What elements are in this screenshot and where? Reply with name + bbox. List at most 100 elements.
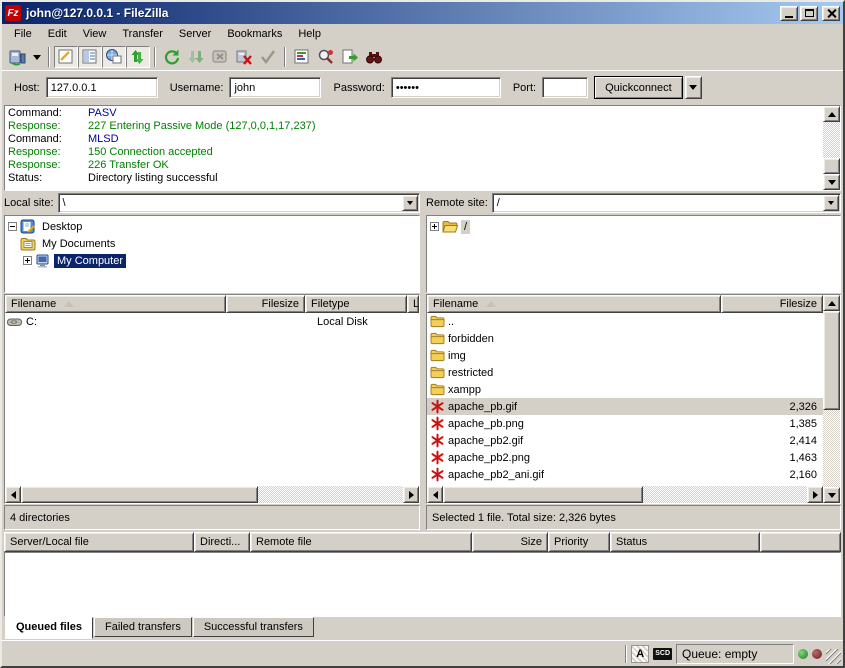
- remote-site-row: Remote site: /: [424, 192, 843, 214]
- directory-listing-filters-button[interactable]: [338, 46, 362, 68]
- menu-view[interactable]: View: [75, 26, 115, 42]
- scrollbar-track[interactable]: [823, 122, 840, 174]
- menu-transfer[interactable]: Transfer: [114, 26, 171, 42]
- scroll-right-button[interactable]: [807, 486, 823, 503]
- scroll-left-button[interactable]: [427, 486, 443, 503]
- menu-server[interactable]: Server: [171, 26, 219, 42]
- remote-file-row-selected[interactable]: apache_pb.gif2,326: [427, 398, 823, 415]
- expander-minus[interactable]: [8, 222, 17, 231]
- local-horizontal-scrollbar[interactable]: [5, 486, 419, 503]
- toggle-remote-tree-button[interactable]: [102, 46, 126, 68]
- scrollbar-track[interactable]: [21, 486, 403, 503]
- remote-file-row[interactable]: apache_pb2.gif2,414: [427, 432, 823, 449]
- column-header-filename[interactable]: Filename: [5, 295, 226, 313]
- scroll-up-button[interactable]: [823, 295, 840, 311]
- column-header-server-local-file[interactable]: Server/Local file: [4, 532, 194, 552]
- port-input[interactable]: [542, 77, 588, 98]
- scrollbar-thumb[interactable]: [823, 158, 840, 174]
- username-input[interactable]: [229, 77, 321, 98]
- queue-list[interactable]: [4, 552, 841, 617]
- close-button[interactable]: [822, 6, 840, 21]
- remote-file-row[interactable]: apache_pb.png1,385: [427, 415, 823, 432]
- reconnect-button[interactable]: [256, 46, 280, 68]
- refresh-button[interactable]: [160, 46, 184, 68]
- scroll-left-button[interactable]: [5, 486, 21, 503]
- log-label: Command:: [8, 133, 88, 146]
- cancel-operation-button[interactable]: [208, 46, 232, 68]
- column-header-last-modified[interactable]: L: [407, 295, 419, 313]
- menu-bookmarks[interactable]: Bookmarks: [219, 26, 290, 42]
- tree-item-desktop[interactable]: Desktop: [5, 218, 419, 235]
- remote-file-row[interactable]: apache_pb2_ani.gif2,160: [427, 466, 823, 483]
- scrollbar-thumb[interactable]: [443, 486, 643, 503]
- file-search-button[interactable]: [362, 46, 386, 68]
- process-queue-button[interactable]: [184, 46, 208, 68]
- scrollbar-thumb[interactable]: [21, 486, 258, 503]
- site-manager-button[interactable]: [6, 46, 30, 68]
- tree-item-my-documents[interactable]: My Documents: [5, 235, 419, 252]
- resize-grip[interactable]: [826, 649, 841, 664]
- scroll-right-button[interactable]: [403, 486, 419, 503]
- remote-vertical-scrollbar[interactable]: [823, 295, 840, 503]
- column-header-priority[interactable]: Priority: [548, 532, 610, 552]
- synchronized-browsing-button[interactable]: [314, 46, 338, 68]
- disk-drive-icon: [7, 314, 23, 330]
- local-site-combobox[interactable]: \: [58, 193, 420, 213]
- remote-file-row[interactable]: xampp: [427, 381, 823, 398]
- password-input[interactable]: [391, 77, 501, 98]
- host-input[interactable]: [46, 77, 158, 98]
- remote-site-dropdown-button[interactable]: [823, 195, 839, 211]
- scroll-up-button[interactable]: [823, 106, 840, 122]
- column-header-filesize[interactable]: Filesize: [226, 295, 305, 313]
- remote-file-row[interactable]: restricted: [427, 364, 823, 381]
- title-bar[interactable]: Fz john@127.0.0.1 - FileZilla: [2, 2, 843, 24]
- remote-file-row[interactable]: ..: [427, 313, 823, 330]
- remote-horizontal-scrollbar[interactable]: [427, 486, 823, 503]
- menu-help[interactable]: Help: [290, 26, 329, 42]
- column-header-status[interactable]: Status: [610, 532, 760, 552]
- remote-file-row[interactable]: img: [427, 347, 823, 364]
- tab-queued-files[interactable]: Queued files: [5, 617, 93, 639]
- column-header-remote-file[interactable]: Remote file: [250, 532, 472, 552]
- local-file-row[interactable]: C: Local Disk: [5, 313, 419, 330]
- column-header-filetype[interactable]: Filetype: [305, 295, 407, 313]
- log-line: Status:Directory listing successful: [8, 172, 820, 185]
- image-file-icon: [429, 467, 445, 483]
- column-header-direction[interactable]: Directi...: [194, 532, 250, 552]
- log-line: Command:PASV: [8, 107, 820, 120]
- remote-file-row[interactable]: apache_pb2.png1,463: [427, 449, 823, 466]
- tab-successful-transfers[interactable]: Successful transfers: [193, 617, 314, 637]
- column-header-filename[interactable]: Filename: [427, 295, 721, 313]
- remote-file-row[interactable]: forbidden: [427, 330, 823, 347]
- toggle-local-tree-button[interactable]: [78, 46, 102, 68]
- toggle-message-log-button[interactable]: [54, 46, 78, 68]
- minimize-button[interactable]: [780, 6, 798, 21]
- disconnect-button[interactable]: [232, 46, 256, 68]
- column-header-size[interactable]: Size: [472, 532, 548, 552]
- expander-plus[interactable]: [23, 256, 32, 265]
- scrollbar-track[interactable]: [443, 486, 807, 503]
- column-header-filesize[interactable]: Filesize: [721, 295, 823, 313]
- quickconnect-button[interactable]: Quickconnect: [594, 76, 683, 99]
- site-manager-dropdown-button[interactable]: [30, 46, 44, 68]
- tree-item-my-computer[interactable]: My Computer: [5, 252, 419, 269]
- scrollbar-track[interactable]: [823, 311, 840, 487]
- tree-item-root[interactable]: /: [427, 218, 840, 235]
- directory-comparison-button[interactable]: [290, 46, 314, 68]
- menu-edit[interactable]: Edit: [40, 26, 75, 42]
- scroll-down-button[interactable]: [823, 487, 840, 503]
- toggle-transfer-queue-button[interactable]: [126, 46, 150, 68]
- maximize-button[interactable]: [800, 6, 818, 21]
- expander-plus[interactable]: [430, 222, 439, 231]
- quickconnect-dropdown-button[interactable]: [685, 76, 702, 99]
- tab-failed-transfers[interactable]: Failed transfers: [94, 617, 192, 637]
- remote-site-combobox[interactable]: /: [492, 193, 841, 213]
- transfer-type-icon[interactable]: A: [631, 645, 649, 663]
- scrollbar-thumb[interactable]: [823, 311, 840, 410]
- local-site-dropdown-button[interactable]: [402, 195, 418, 211]
- scroll-down-button[interactable]: [823, 174, 840, 190]
- tree-item-label: Desktop: [39, 220, 85, 234]
- speed-limit-icon[interactable]: SCD: [653, 648, 672, 660]
- log-vertical-scrollbar[interactable]: [823, 106, 840, 190]
- menu-file[interactable]: File: [6, 26, 40, 42]
